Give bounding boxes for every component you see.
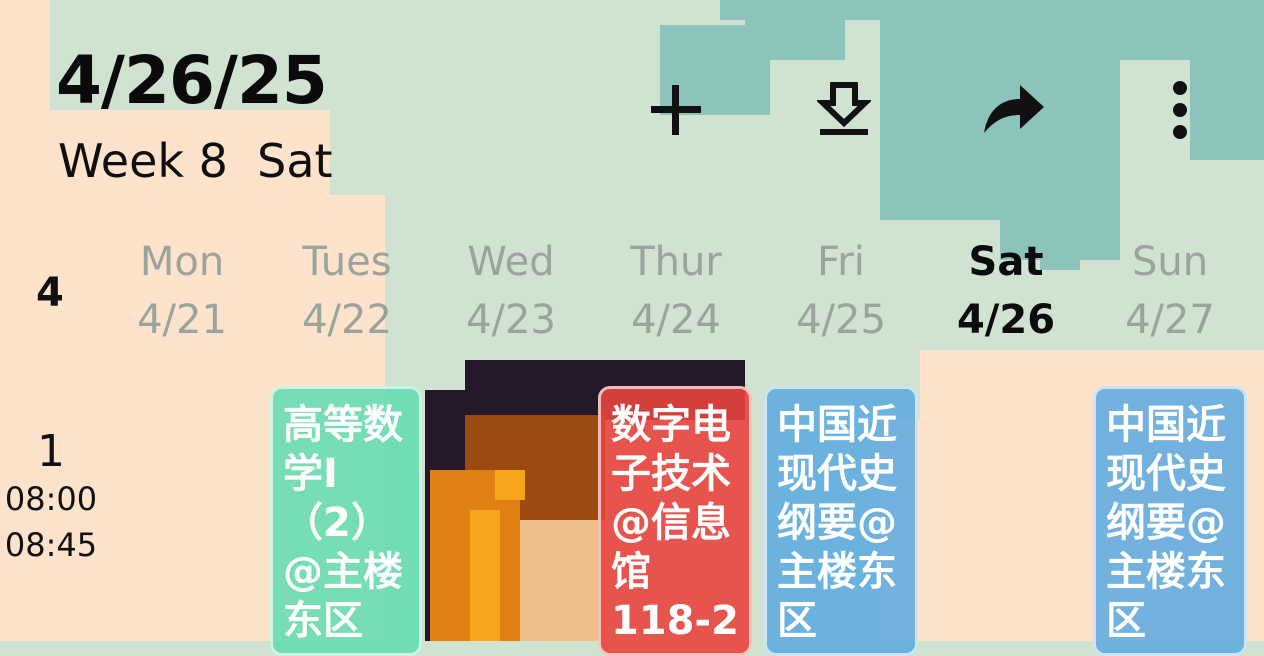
course-card[interactable]: 数字电子技术@信息馆118-2 [598,386,752,656]
period-end: 08:45 [4,526,98,564]
day-header-mon[interactable]: Mon 4/21 [112,240,252,342]
day-name: Sun [1131,239,1209,285]
course-text: 中国近现代史纲要@主楼东区 [1106,402,1226,644]
page-title: 4/26/25 [56,42,328,119]
download-icon [817,82,871,135]
day-date: 4/21 [137,297,227,343]
day-date: 4/25 [796,297,886,343]
day-name: Fri [817,239,865,285]
plus-icon [651,85,701,135]
day-date: 4/26 [956,297,1056,343]
more-button[interactable] [1140,70,1220,150]
day-date: 4/27 [1125,297,1215,343]
day-name: Thur [630,239,722,285]
course-text: 数字电子技术@信息馆118-2 [611,402,739,644]
download-button[interactable] [804,70,884,150]
day-header-sun[interactable]: Sun 4/27 [1100,240,1240,342]
period-start: 08:00 [4,480,98,518]
add-button[interactable] [636,70,716,150]
day-header-tue[interactable]: Tues 4/22 [277,240,417,342]
day-name: Tues [302,239,392,285]
day-date: 4/23 [466,297,556,343]
day-name: Mon [139,239,225,285]
share-button[interactable] [972,70,1052,150]
day-header-sat[interactable]: Sat 4/26 [936,240,1076,342]
day-date: 4/24 [631,297,721,343]
course-card[interactable]: 高等数学I（2）@主楼东区 [270,386,422,656]
week-label: Week 8 [58,134,228,188]
day-date: 4/22 [302,297,392,343]
day-name: Wed [467,239,555,285]
weekday-label: Sat [257,134,333,188]
week-subtitle: Week 8 Sat [58,134,333,188]
day-header-wed[interactable]: Wed 4/23 [441,240,581,342]
month-label: 4 [36,270,64,316]
course-card[interactable]: 中国近现代史纲要@主楼东区 [764,386,918,656]
more-vertical-icon [1173,81,1187,139]
share-icon [984,85,1044,133]
day-header-fri[interactable]: Fri 4/25 [771,240,911,342]
course-card[interactable]: 中国近现代史纲要@主楼东区 [1093,386,1247,656]
day-header-thu[interactable]: Thur 4/24 [606,240,746,342]
course-text: 中国近现代史纲要@主楼东区 [777,402,897,644]
course-text: 高等数学I（2）@主楼东区 [283,402,403,644]
day-name: Sat [968,239,1044,285]
period-number: 1 [37,426,65,477]
period-1: 1 08:00 08:45 [0,428,102,568]
